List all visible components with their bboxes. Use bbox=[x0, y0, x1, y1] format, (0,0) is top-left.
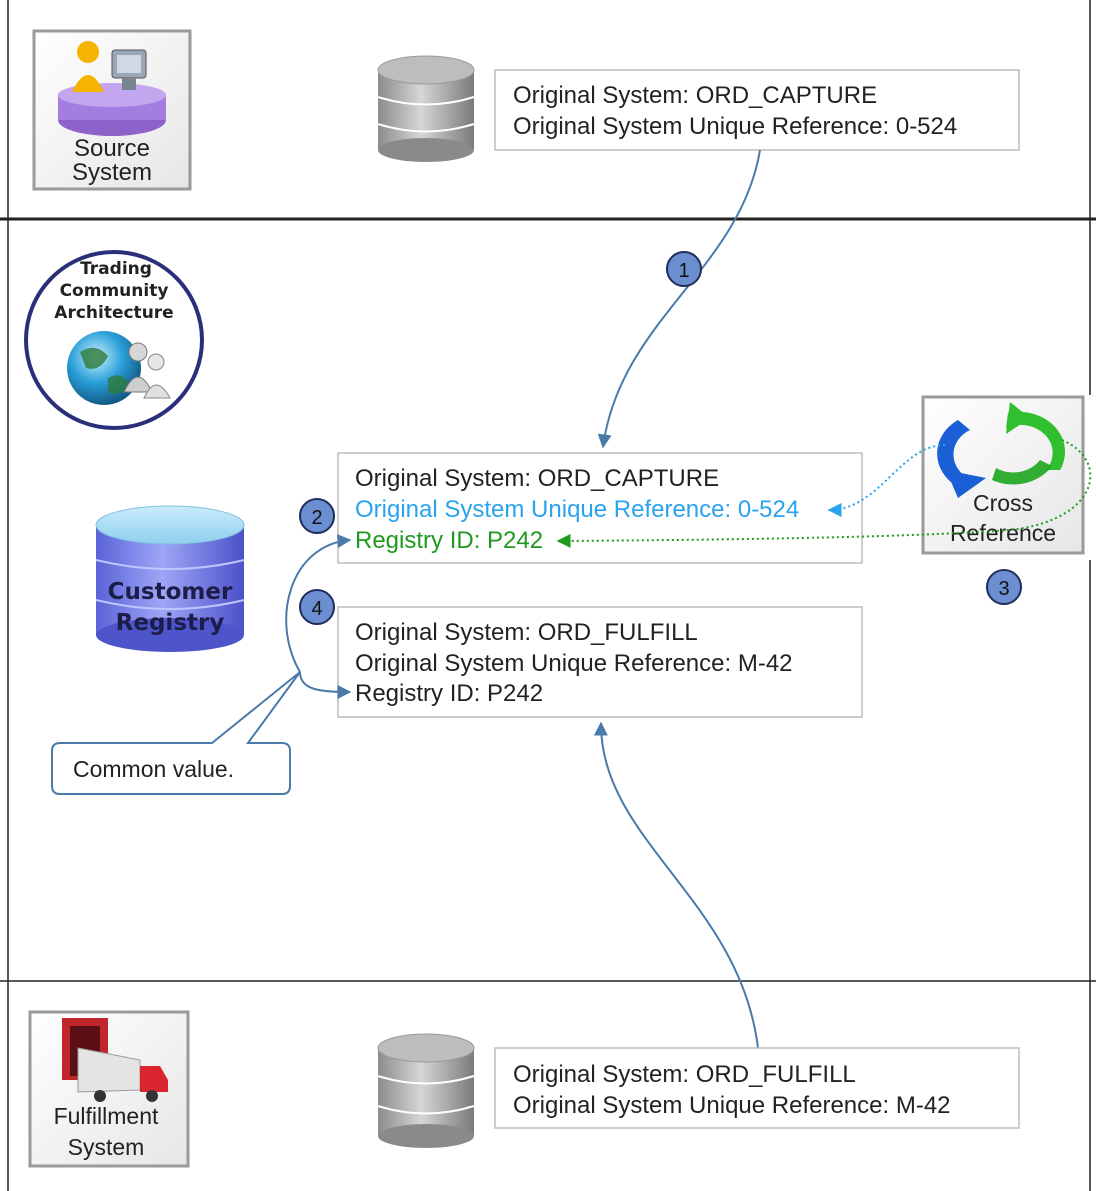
tca-label-line3: Architecture bbox=[54, 303, 173, 323]
capture-record-box: Original System: ORD_CAPTURE Original Sy… bbox=[337, 452, 863, 564]
fulfillment-database-icon bbox=[377, 1033, 475, 1148]
cross-ref-label-line1: Cross bbox=[973, 490, 1033, 516]
common-value-callout: Common value. bbox=[51, 671, 301, 795]
diagram-canvas: Source System Original System: ORD_CAPTU… bbox=[0, 0, 1096, 1191]
fulfillment-label-line1: Fulfillment bbox=[54, 1103, 159, 1129]
registry-label-line2: Registry bbox=[116, 610, 225, 636]
source-label-line1: Source bbox=[74, 135, 150, 162]
step-marker-4: 4 bbox=[299, 589, 335, 625]
step-4-label: 4 bbox=[311, 598, 322, 620]
fulfill-record-line1: Original System: ORD_FULFILL bbox=[355, 619, 698, 646]
callout-text: Common value. bbox=[73, 756, 234, 782]
arrow-fulfill-source-to-record bbox=[593, 721, 759, 1049]
fulfillment-system-tile: Fulfillment System bbox=[28, 1010, 190, 1168]
tca-badge: Trading Community Architecture bbox=[24, 250, 204, 430]
step-marker-2: 2 bbox=[299, 498, 335, 534]
customer-registry-database: Customer Registry bbox=[95, 505, 245, 652]
fulfillment-label-line2: System bbox=[68, 1134, 145, 1160]
arrow-source-to-capture bbox=[597, 149, 761, 449]
tca-label-line2: Community bbox=[60, 281, 169, 301]
source-label-line2: System bbox=[72, 159, 152, 186]
source-record-line2: Original System Unique Reference: 0-524 bbox=[513, 113, 957, 140]
fulfillment-record-box: Original System: ORD_FULFILL Original Sy… bbox=[494, 1047, 1020, 1129]
step-2-label: 2 bbox=[311, 507, 322, 529]
fulfill-record-line2: Original System Unique Reference: M-42 bbox=[355, 650, 793, 677]
cross-ref-label-line2: Reference bbox=[950, 520, 1056, 546]
fulfill-record-line3: Registry ID: P242 bbox=[355, 680, 543, 707]
step-marker-3: 3 bbox=[986, 569, 1022, 605]
capture-record-line1: Original System: ORD_CAPTURE bbox=[355, 465, 719, 492]
source-system-tile: Source System bbox=[32, 29, 192, 191]
step-marker-1: 1 bbox=[666, 251, 702, 287]
tca-label-line1: Trading bbox=[80, 259, 152, 279]
capture-record-line3: Registry ID: P242 bbox=[355, 527, 543, 554]
source-record-line1: Original System: ORD_CAPTURE bbox=[513, 82, 877, 109]
step-3-label: 3 bbox=[998, 578, 1009, 600]
source-record-box: Original System: ORD_CAPTURE Original Sy… bbox=[494, 69, 1020, 151]
registry-label-line1: Customer bbox=[108, 579, 233, 605]
source-database-icon bbox=[377, 55, 475, 162]
fulfill-record-box: Original System: ORD_FULFILL Original Sy… bbox=[337, 606, 863, 718]
step-1-label: 1 bbox=[678, 260, 689, 282]
fulfillment-record-line1: Original System: ORD_FULFILL bbox=[513, 1061, 856, 1088]
fulfillment-record-line2: Original System Unique Reference: M-42 bbox=[513, 1092, 951, 1119]
capture-record-line2: Original System Unique Reference: 0-524 bbox=[355, 496, 799, 523]
